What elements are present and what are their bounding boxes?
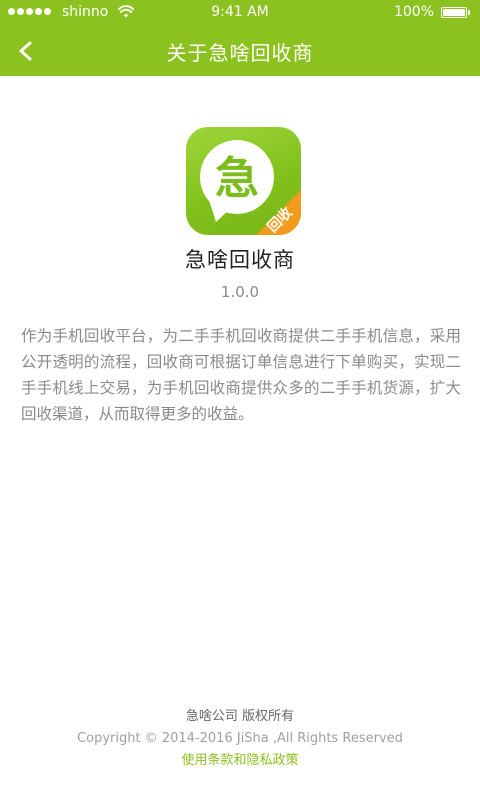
footer: 急啥公司 版权所有 Copyright © 2014-2016 JiSha ,A… bbox=[0, 706, 480, 772]
nav-bar: 关于急啥回收商 bbox=[0, 26, 480, 76]
terms-privacy-link[interactable]: 使用条款和隐私政策 bbox=[0, 750, 480, 772]
footer-copyright: Copyright © 2014-2016 JiSha ,All Rights … bbox=[77, 731, 403, 746]
footer-company: 急啥公司 版权所有 bbox=[185, 709, 295, 724]
page-title: 关于急啥回收商 bbox=[166, 41, 314, 65]
battery-percent: 100% bbox=[393, 4, 434, 20]
battery-icon bbox=[441, 7, 467, 18]
app-name: 急啥回收商 bbox=[185, 248, 295, 272]
app-icon-glyph: 急 bbox=[215, 153, 259, 204]
app-description: 作为手机回收平台，为二手手机回收商提供二手手机信息，采用公开透明的流程，回收商可… bbox=[21, 327, 461, 423]
app-version: 1.0.0 bbox=[220, 283, 260, 301]
battery-fill bbox=[443, 9, 465, 16]
about-screen: shinno 9:41 AM 100% 关于急啥回收商 急 回收 急啥回收商 1… bbox=[0, 0, 480, 800]
battery-tip bbox=[468, 10, 470, 15]
status-bar: shinno 9:41 AM 100% bbox=[0, 0, 480, 26]
app-logo-icon: 急 回收 bbox=[186, 127, 301, 235]
